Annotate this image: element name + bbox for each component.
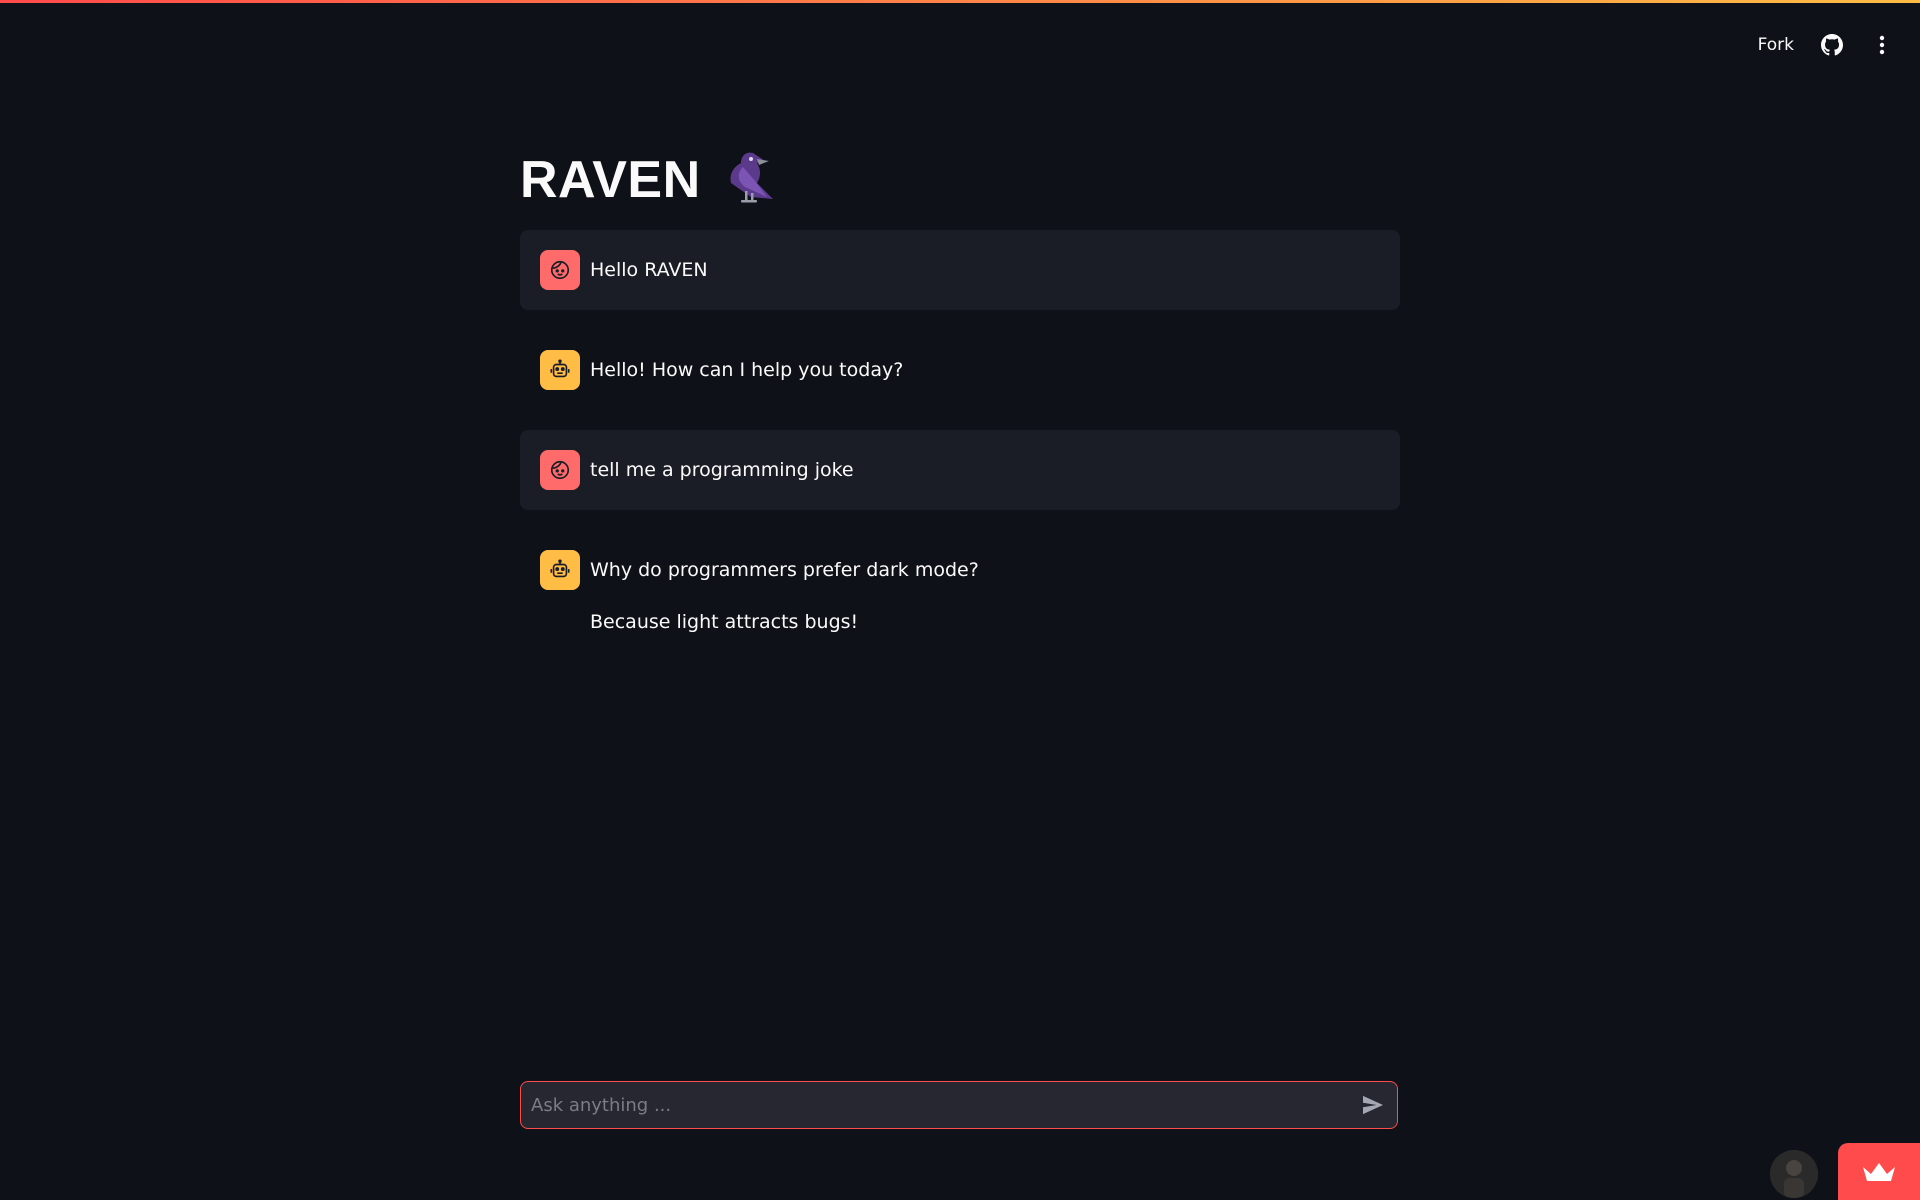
top-decoration-bar [0, 0, 1920, 3]
assistant-message: Hello! How can I help you today? [520, 330, 1400, 410]
user-message: Hello RAVEN [520, 230, 1400, 310]
user-message: tell me a programming joke [520, 430, 1400, 510]
message-content: Hello RAVEN [590, 250, 708, 284]
message-text: Why do programmers prefer dark mode? [590, 559, 979, 581]
page-title-text: RAVEN [520, 151, 701, 209]
message-content: tell me a programming joke [590, 450, 854, 484]
raven-bird-icon [723, 147, 779, 213]
user-avatar-icon[interactable] [1770, 1150, 1818, 1198]
robot-icon [540, 550, 580, 590]
message-text: tell me a programming joke [590, 459, 854, 481]
user-face-icon [540, 250, 580, 290]
page-title: RAVEN [520, 140, 1400, 220]
message-text: Hello RAVEN [590, 259, 708, 281]
toolbar: Fork [1758, 28, 1894, 62]
github-icon[interactable] [1820, 33, 1844, 57]
message-text: Hello! How can I help you today? [590, 359, 904, 381]
vertical-dots-icon[interactable] [1870, 33, 1894, 57]
message-content: Hello! How can I help you today? [590, 350, 903, 384]
fork-button[interactable]: Fork [1758, 35, 1794, 55]
robot-icon [540, 350, 580, 390]
chat-input-container [520, 1081, 1398, 1129]
message-content: Why do programmers prefer dark mode? Beca… [590, 550, 979, 635]
crown-icon[interactable] [1838, 1143, 1920, 1200]
main-container: RAVEN Hello RAVEN Hello! How can I help y… [520, 140, 1400, 655]
chat-input[interactable] [521, 1094, 1349, 1116]
assistant-message: Why do programmers prefer dark mode? Beca… [520, 530, 1400, 655]
send-icon[interactable] [1349, 1082, 1397, 1128]
user-face-icon [540, 450, 580, 490]
message-text: Because light attracts bugs! [590, 610, 859, 633]
chat-messages: Hello RAVEN Hello! How can I help you tod… [520, 230, 1400, 655]
